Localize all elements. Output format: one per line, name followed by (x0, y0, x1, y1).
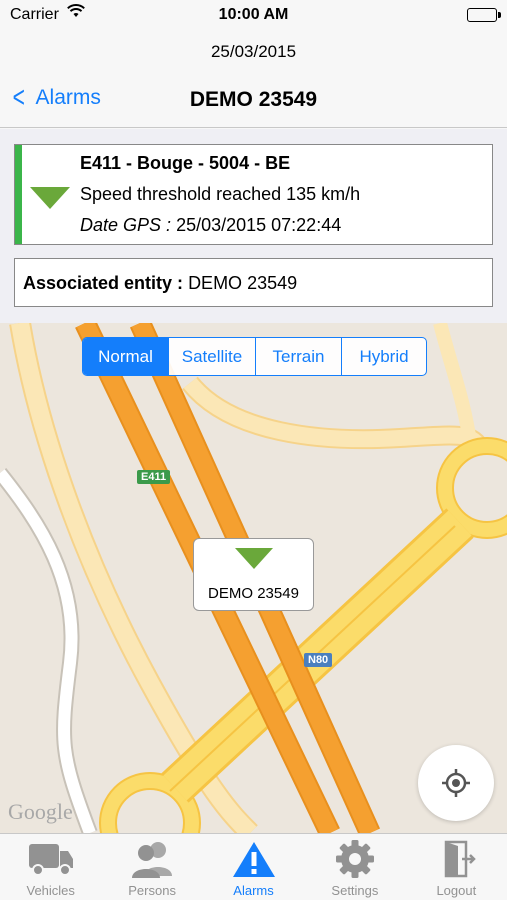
entity-card: Associated entity : DEMO 23549 (14, 258, 493, 307)
alarm-date-label: Date GPS : (80, 215, 172, 235)
tab-alarms-label: Alarms (233, 883, 274, 898)
green-down-triangle-icon (235, 548, 273, 569)
tab-logout-label: Logout (436, 883, 477, 898)
alarm-message: Speed threshold reached 135 km/h (80, 184, 361, 204)
green-down-triangle-icon (30, 187, 70, 209)
alarm-date-value: 25/03/2015 07:22:44 (176, 215, 342, 235)
alarm-status-stripe (15, 145, 22, 244)
map-type-normal[interactable]: Normal (83, 338, 168, 375)
alert-triangle-icon (232, 842, 275, 877)
entity-value: DEMO 23549 (188, 273, 298, 293)
tab-logout[interactable]: Logout (406, 834, 507, 900)
alarm-location: E411 - Bouge - 5004 - BE (80, 153, 291, 173)
battery-icon (467, 8, 501, 22)
road-label-e411: E411 (137, 470, 171, 484)
persons-icon (132, 842, 173, 878)
truck-icon (28, 844, 73, 876)
map-type-hybrid[interactable]: Hybrid (341, 338, 426, 375)
alarm-card: E411 - Bouge - 5004 - BE Speed threshold… (14, 144, 493, 245)
status-bar: Carrier 10:00 AM (0, 0, 507, 32)
alarm-date: Date GPS : 25/03/2015 07:22:44 (80, 215, 341, 236)
tab-alarms[interactable]: Alarms (203, 834, 304, 900)
tab-vehicles[interactable]: Vehicles (0, 834, 101, 900)
tab-bar: Vehicles Persons Alarms Settings Logout (0, 833, 507, 900)
map-view[interactable]: E411 N80 Normal Satellite Terrain Hybrid… (0, 323, 507, 833)
tab-persons-label: Persons (128, 883, 176, 898)
tab-settings[interactable]: Settings (304, 834, 405, 900)
entity-label: Associated entity : (23, 273, 184, 293)
tab-persons[interactable]: Persons (101, 834, 202, 900)
map-type-terrain[interactable]: Terrain (255, 338, 341, 375)
status-time: 10:00 AM (218, 6, 289, 23)
road-label-n80: N80 (304, 653, 333, 667)
map-type-selector: Normal Satellite Terrain Hybrid (82, 337, 427, 376)
gear-icon (335, 840, 374, 878)
vehicle-marker[interactable]: DEMO 23549 (193, 538, 314, 611)
tab-vehicles-label: Vehicles (26, 883, 75, 898)
alarm-details: E411 - Bouge - 5004 - BE Speed threshold… (0, 129, 507, 323)
date-label: 25/03/2015 (210, 42, 297, 61)
crosshair-icon (442, 769, 470, 797)
map-type-satellite[interactable]: Satellite (168, 338, 255, 375)
google-attribution: Google (8, 799, 73, 824)
vehicle-marker-label: DEMO 23549 (208, 585, 299, 602)
my-location-button[interactable] (418, 745, 494, 821)
page-title: DEMO 23549 (189, 88, 318, 111)
navigation-bar: < Alarms DEMO 23549 (0, 72, 507, 128)
tab-settings-label: Settings (331, 883, 379, 898)
logout-door-icon (445, 840, 477, 878)
